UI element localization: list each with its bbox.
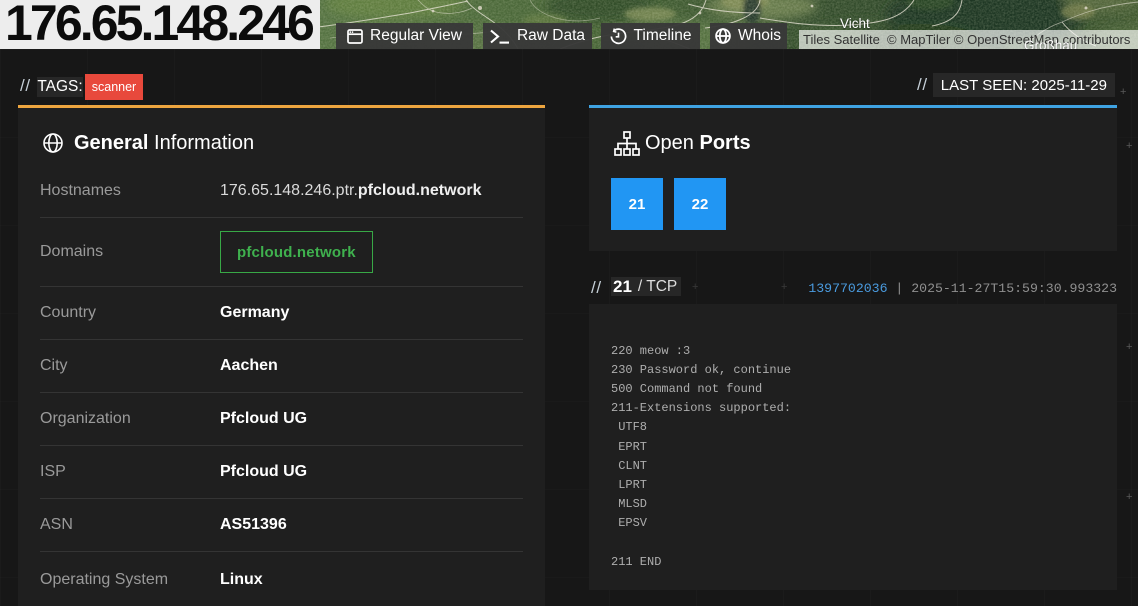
svg-text:Großhau: Großhau: [1024, 38, 1077, 49]
svg-text:Tiles Satellite: Tiles Satellite: [803, 32, 880, 47]
svg-text:Vicht: Vicht: [840, 16, 870, 31]
svg-text:© MapTiler © OpenStreetMap con: © MapTiler © OpenStreetMap contributors: [887, 32, 1131, 47]
